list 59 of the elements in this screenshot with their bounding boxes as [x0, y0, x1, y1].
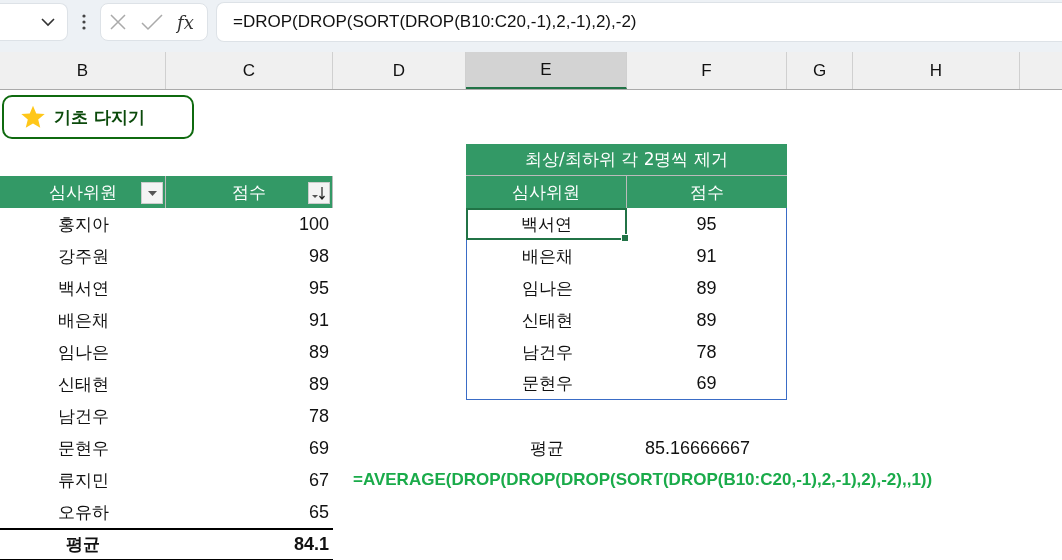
filter-button[interactable]: [141, 182, 163, 204]
table-cell-text: 91: [307, 308, 330, 332]
table-cell: 84.1: [166, 528, 333, 560]
table-cell-text: 89: [307, 372, 330, 396]
table-cell-text: 강주원: [56, 244, 110, 268]
table-cell-text: 남건우: [56, 404, 110, 428]
table-cell: 78: [627, 336, 787, 368]
table-cell[interactable]: 배은채: [466, 240, 627, 272]
header-label: 점수: [232, 180, 266, 204]
table-title: 최상/최하위 각 2명씩 제거: [466, 144, 787, 176]
table-cell-text: 67: [307, 468, 330, 492]
table-cell[interactable]: 문현우: [466, 368, 627, 400]
table-cell-text: 배은채: [56, 308, 110, 332]
table-cell-text: 평균: [528, 436, 565, 460]
star-icon: [20, 104, 46, 130]
table-cell: 91: [627, 240, 787, 272]
table-cell-text: 문현우: [56, 436, 110, 460]
table-cell[interactable]: 신태현: [466, 304, 627, 336]
column-header[interactable]: B: [0, 52, 166, 89]
table-cell[interactable]: 남건우: [466, 336, 627, 368]
dropdown-arrow-icon: [147, 190, 157, 196]
table-cell-text: 65: [307, 500, 330, 524]
table-cell: 89: [627, 304, 787, 336]
table-cell-text: 89: [307, 340, 330, 364]
table-cell: 평균: [0, 528, 166, 560]
column-header[interactable]: C: [166, 52, 333, 89]
table-cell-text: 백서연: [56, 276, 110, 300]
table-cell-text: 100: [297, 212, 330, 236]
column-header[interactable]: F: [627, 52, 787, 89]
table-cell-text: 신태현: [56, 372, 110, 396]
table-cell-text: 홍지아: [56, 212, 110, 236]
checkmark-icon[interactable]: [141, 13, 163, 31]
column-header[interactable]: H: [853, 52, 1020, 89]
header-label: 심사위원: [48, 180, 117, 204]
table-cell[interactable]: 임나은: [466, 272, 627, 304]
insert-function-button[interactable]: fx: [177, 11, 194, 33]
table-cell: 95: [627, 208, 787, 240]
column-header[interactable]: G: [787, 52, 853, 89]
table-cell-text: 95: [307, 276, 330, 300]
formula-text: =AVERAGE(DROP(DROP(DROP(SORT(DROP(B10:C20,-1),2,-1),2),-2),,1)): [353, 469, 934, 491]
formula-field[interactable]: =DROP(DROP(SORT(DROP(B10:C20,-1),2,-1),2),-2): [216, 2, 1062, 42]
chevron-down-icon: [41, 17, 55, 27]
table-cell-text: 69: [307, 436, 330, 460]
table-cell-text: 임나은: [56, 340, 110, 364]
table-cell-text: 98: [307, 244, 330, 268]
table-cell-text: 85.16666667: [644, 436, 752, 460]
column-header[interactable]: E: [466, 52, 627, 89]
column-header-cell: 점수: [627, 176, 787, 208]
sort-descending-icon: [311, 185, 327, 201]
badge-label: 기초 다지기: [54, 105, 145, 129]
table-cell[interactable]: 백서연: [466, 208, 627, 240]
table-cell: 69: [627, 368, 787, 400]
more-icon[interactable]: [82, 14, 86, 30]
table-cell-text: 오유하: [56, 500, 110, 524]
column-header-cell: 심사위원: [466, 176, 627, 208]
filter-button[interactable]: [308, 182, 330, 204]
table-cell-text: 78: [307, 404, 330, 428]
table-cell-text: 류지민: [56, 468, 110, 492]
table-cell: 89: [627, 272, 787, 304]
